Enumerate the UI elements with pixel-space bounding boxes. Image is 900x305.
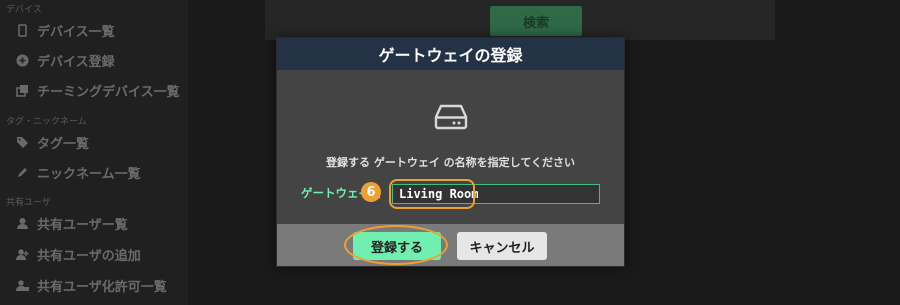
step-badge: 6 xyxy=(361,182,381,202)
dialog-footer: 登録する キャンセル xyxy=(277,224,624,266)
sidebar-item-label: 共有ユーザー覧 xyxy=(37,217,128,233)
section-label-tags: タグ・ニックネーム xyxy=(6,117,87,127)
sidebar-item-device-register[interactable]: デバイス登録 xyxy=(16,50,115,70)
section-label-shared-users: 共有ユーザ xyxy=(6,198,51,208)
sidebar-item-label: 共有ユーザの追加 xyxy=(37,248,141,264)
sidebar: デバイス デバイス一覧 デバイス登録 チーミングデバイス一覧 タグ・ニックネーム… xyxy=(0,0,188,305)
user-icon xyxy=(16,217,29,230)
dialog-instruction: 登録する ゲートウェイ の名称を指定してください xyxy=(326,156,575,169)
pencil-icon xyxy=(16,166,29,179)
sidebar-item-add-shared-user[interactable]: 共有ユーザの追加 xyxy=(16,244,141,264)
user-lock-icon xyxy=(16,279,29,292)
sidebar-item-label: チーミングデバイス一覧 xyxy=(37,84,180,100)
sidebar-item-label: デバイス登録 xyxy=(37,54,115,70)
tags-icon xyxy=(16,136,29,149)
sidebar-item-shared-user-permissions[interactable]: 共有ユーザ化許可一覧 xyxy=(16,275,167,295)
sidebar-item-label: 共有ユーザ化許可一覧 xyxy=(37,279,167,295)
section-label-devices: デバイス xyxy=(6,5,42,15)
user-plus-icon xyxy=(16,248,29,261)
sidebar-item-teaming-devices[interactable]: チーミングデバイス一覧 xyxy=(16,80,180,100)
hdd-icon xyxy=(434,104,468,134)
gateway-name-input[interactable] xyxy=(392,184,600,204)
sidebar-item-label: タグ一覧 xyxy=(37,136,90,152)
sidebar-item-nickname-list[interactable]: ニックネーム一覧 xyxy=(16,162,141,182)
clone-icon xyxy=(16,84,29,97)
register-button[interactable]: 登録する xyxy=(353,232,441,260)
search-button[interactable]: 検索 xyxy=(490,6,582,36)
sidebar-item-label: デバイス一覧 xyxy=(37,24,115,40)
sidebar-item-tag-list[interactable]: タグ一覧 xyxy=(16,132,89,152)
plus-circle-icon xyxy=(16,54,29,67)
sidebar-item-shared-user-list[interactable]: 共有ユーザー覧 xyxy=(16,213,128,233)
cancel-button[interactable]: キャンセル xyxy=(457,232,547,260)
phone-icon xyxy=(16,23,29,37)
sidebar-item-label: ニックネーム一覧 xyxy=(37,166,141,182)
register-gateway-dialog: ゲートウェイの登録 登録する ゲートウェイ の名称を指定してください ゲートウェ… xyxy=(276,37,625,267)
dialog-title: ゲートウェイの登録 xyxy=(277,38,624,70)
sidebar-item-device-list[interactable]: デバイス一覧 xyxy=(16,20,115,40)
